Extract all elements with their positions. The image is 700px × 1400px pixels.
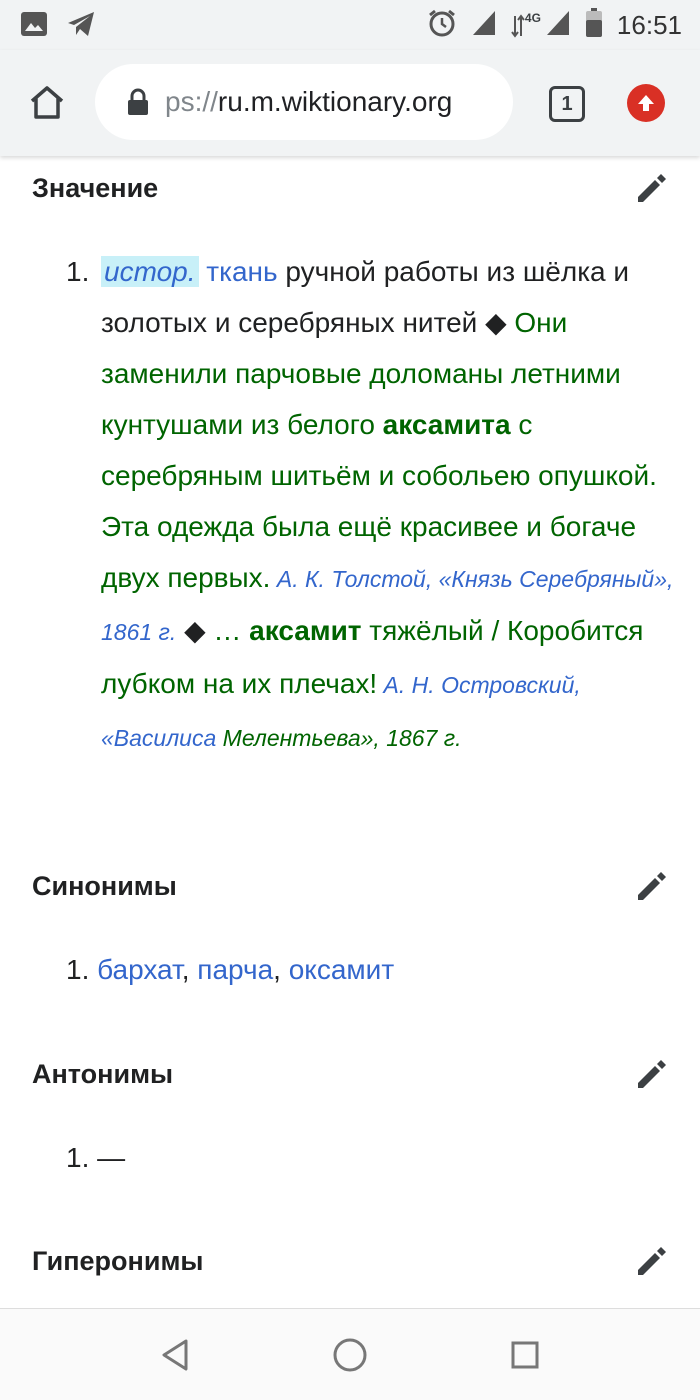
section-header-meaning: Значение xyxy=(32,168,672,208)
address-bar[interactable]: ps://ru.m.wiktionary.org xyxy=(95,64,513,140)
section-title: Гиперонимы xyxy=(32,1245,204,1276)
lock-icon xyxy=(127,88,149,116)
article-content: Значение 1. истор. ткань ручной работы и… xyxy=(0,156,700,1308)
telegram-icon xyxy=(66,10,96,43)
tab-count: 1 xyxy=(561,92,573,115)
signal-icon xyxy=(471,9,497,42)
list-separator: , xyxy=(181,954,198,985)
status-left xyxy=(20,10,96,43)
back-icon[interactable] xyxy=(158,1337,194,1378)
section-header-antonyms: Антонимы xyxy=(32,1054,672,1094)
section-header-synonyms: Синонимы xyxy=(32,866,672,906)
definition-link[interactable]: ткань xyxy=(206,256,277,287)
example-text: … xyxy=(213,615,250,646)
synonym-link[interactable]: оксамит xyxy=(289,954,394,985)
definition-body: истор. ткань ручной работы из шёлка и зо… xyxy=(101,246,676,764)
url-host: ru.m.wiktionary.org xyxy=(217,86,453,117)
navigation-bar xyxy=(0,1308,700,1400)
list-number: 1. xyxy=(66,1142,90,1173)
synonym-list-item: 1. бархат, парча, оксамит xyxy=(66,954,394,986)
section-title: Значение xyxy=(32,172,159,203)
url-scheme: ps:// xyxy=(165,86,218,117)
list-separator: , xyxy=(273,954,289,985)
network-type: 4G xyxy=(524,10,541,25)
status-bar: 4G 16:51 xyxy=(0,0,700,50)
status-right: 4G 16:51 xyxy=(427,8,682,43)
antonym-value: — xyxy=(97,1142,126,1173)
example-headword: аксамита xyxy=(382,409,511,440)
section-header-hyperonyms: Гиперонимы xyxy=(32,1241,672,1281)
image-icon xyxy=(20,11,48,42)
update-icon[interactable] xyxy=(627,84,665,122)
home-button[interactable] xyxy=(26,81,68,123)
example-headword: аксамит xyxy=(249,615,362,646)
citation-text: Мелентьева», 1867 г. xyxy=(222,725,462,751)
edit-icon[interactable] xyxy=(632,1054,672,1094)
battery-icon xyxy=(585,8,603,43)
list-number: 1. xyxy=(66,954,90,985)
recents-icon[interactable] xyxy=(510,1340,540,1375)
antonym-list-item: 1. — xyxy=(66,1142,125,1174)
status-time: 16:51 xyxy=(616,10,682,40)
home-circle-icon[interactable] xyxy=(332,1337,368,1378)
synonym-link[interactable]: бархат xyxy=(97,954,182,985)
section-title: Антонимы xyxy=(32,1058,174,1089)
list-number: 1. xyxy=(66,256,90,287)
alarm-icon xyxy=(427,8,457,43)
section-title: Синонимы xyxy=(32,870,177,901)
abbreviation-link[interactable]: истор. xyxy=(101,256,199,287)
edit-icon[interactable] xyxy=(632,168,672,208)
home-icon xyxy=(30,86,64,119)
definition-item: 1. истор. ткань ручной работы из шёлка и… xyxy=(66,246,676,764)
example-separator: ◆ xyxy=(176,615,214,646)
synonym-link[interactable]: парча xyxy=(197,954,273,985)
tab-switcher-icon[interactable]: 1 xyxy=(549,86,585,122)
edit-icon[interactable] xyxy=(632,1241,672,1281)
edit-icon[interactable] xyxy=(632,866,672,906)
signal-icon xyxy=(545,9,571,42)
network-indicator: 4G xyxy=(511,11,541,40)
browser-toolbar: ps://ru.m.wiktionary.org 1 xyxy=(0,50,700,156)
